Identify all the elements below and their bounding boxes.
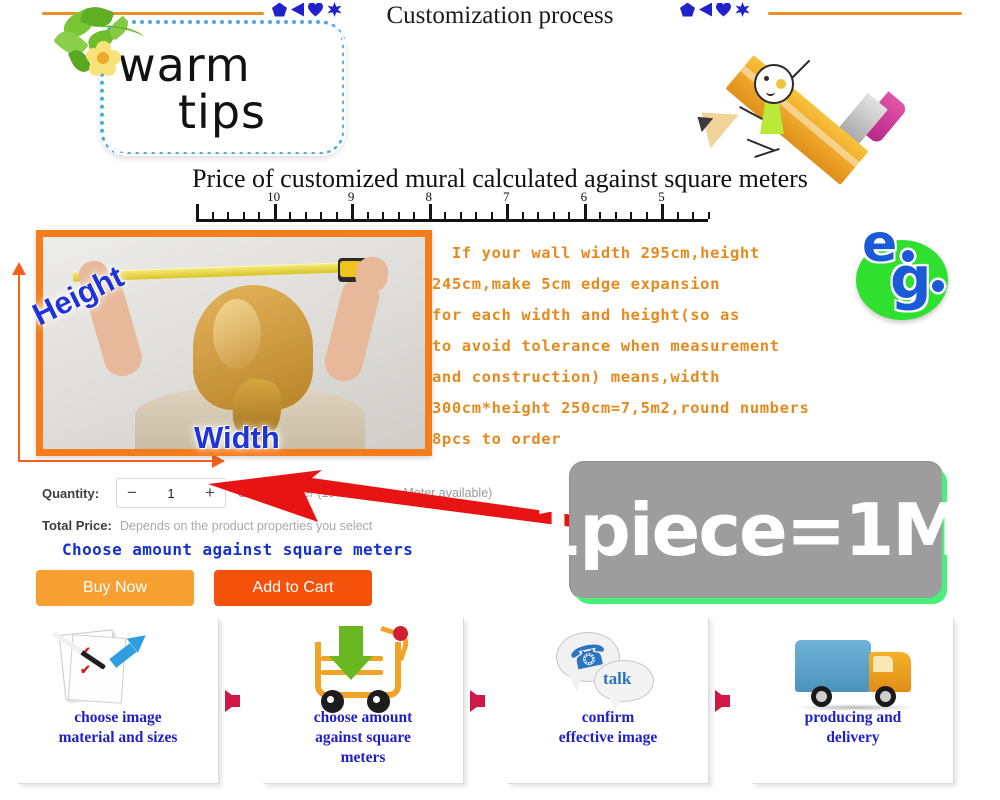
ruler-baseline xyxy=(196,219,708,222)
arrow-right-icon xyxy=(714,689,730,712)
process-step-confirm-image[interactable]: ☎ talk confirm effective image xyxy=(508,618,709,784)
example-line: 300cm*height 250cm=7,5m2,round numbers xyxy=(432,399,810,417)
ruler-tick xyxy=(506,204,510,219)
process-arrow-3 xyxy=(709,618,735,783)
ruler-tick xyxy=(537,212,540,219)
total-price-label: Total Price: xyxy=(42,518,112,533)
process-step-choose-image[interactable]: ✔✔ choose image material and sizes xyxy=(18,618,219,784)
ruler-tick xyxy=(289,212,292,219)
pencil-character-icon xyxy=(687,54,909,225)
ruler-tick xyxy=(242,212,245,219)
ruler-tick xyxy=(366,212,369,219)
ruler-tick xyxy=(676,212,679,219)
ruler-tick xyxy=(351,204,355,219)
one-piece-badge-main: 1piece=1M xyxy=(531,488,964,572)
ruler-tick xyxy=(490,212,493,219)
page-subtitle: Price of customized mural calculated aga… xyxy=(192,164,808,193)
ruler-tick xyxy=(304,212,307,219)
ruler-tick xyxy=(692,212,695,219)
chat-bubble-talk-icon: ☎ talk xyxy=(508,624,708,709)
process-arrow-1 xyxy=(219,618,245,783)
shopping-cart-icon xyxy=(263,624,463,713)
ruler-tick xyxy=(599,212,602,219)
example-line: to avoid tolerance when measurement xyxy=(432,337,780,355)
example-line: and construction) means,width xyxy=(432,368,721,386)
height-axis-line xyxy=(18,272,20,462)
ruler-graphic: 10 9 8 7 6 5 xyxy=(196,189,710,222)
ruler-tick xyxy=(475,212,478,219)
ruler-tick xyxy=(521,212,524,219)
example-line: 8pcs to order xyxy=(432,430,562,448)
one-piece-badge-text: 1piece=1M 2 xyxy=(531,462,983,598)
process-step-producing-delivery[interactable]: producing and delivery xyxy=(753,618,954,784)
order-button-row: Buy Now Add to Cart xyxy=(36,570,372,606)
process-step-label: choose image material and sizes xyxy=(58,709,178,746)
triangle-icon xyxy=(699,2,712,17)
document-checklist-icon: ✔✔ xyxy=(18,624,218,708)
choose-amount-note: Choose amount against square meters xyxy=(62,540,414,559)
header-decor-right xyxy=(680,2,750,17)
photo-width-label: Width xyxy=(194,420,280,455)
ruler-tick xyxy=(196,204,199,219)
ruler-tick xyxy=(444,212,447,219)
ruler-tick xyxy=(568,212,571,219)
eg-badge-dot-lower xyxy=(932,280,944,292)
process-steps: ✔✔ choose image material and sizes choos… xyxy=(0,618,1000,800)
promo-page: Customization process warm tips Price of… xyxy=(0,0,1000,800)
ruler-number: 7 xyxy=(503,189,510,204)
warm-tips-line2: tips xyxy=(178,85,266,139)
arrow-right-icon xyxy=(469,689,485,712)
flower-decoration-icon xyxy=(48,2,158,85)
process-step-label: choose amount against square meters xyxy=(313,709,413,766)
buy-now-button[interactable]: Buy Now xyxy=(36,570,194,606)
pentagon-icon xyxy=(680,2,695,17)
ruler-tick xyxy=(335,212,338,219)
ruler-tick xyxy=(708,212,710,219)
quantity-label: Quantity: xyxy=(42,485,100,501)
one-piece-badge-superscript: 2 xyxy=(961,512,983,548)
ruler-number: 8 xyxy=(425,189,432,204)
arrow-right-icon xyxy=(224,689,240,712)
eg-badge-dot-upper xyxy=(902,250,914,262)
ruler-tick xyxy=(413,212,416,219)
ruler-tick xyxy=(614,212,617,219)
ruler-tick xyxy=(258,212,261,219)
talk-bubble-text: talk xyxy=(603,669,632,688)
red-pointer-arrow-icon xyxy=(208,470,580,528)
quantity-decrement-button[interactable]: − xyxy=(117,480,147,506)
process-step-choose-amount[interactable]: choose amount against square meters xyxy=(263,618,464,784)
quantity-input[interactable] xyxy=(147,484,195,502)
ruler-number: 5 xyxy=(658,189,665,204)
process-step-label: confirm effective image xyxy=(558,709,658,746)
ruler-tick xyxy=(630,212,633,219)
delivery-truck-icon xyxy=(753,624,953,711)
ruler-tick xyxy=(397,212,400,219)
one-piece-badge: 1piece=1M 2 xyxy=(531,462,983,598)
add-to-cart-button[interactable]: Add to Cart xyxy=(214,570,372,606)
ruler-tick xyxy=(382,212,385,219)
ruler-tick xyxy=(227,212,230,219)
arrow-up-icon xyxy=(12,262,26,275)
ruler-tick xyxy=(459,212,462,219)
star-icon xyxy=(735,2,750,17)
arrow-right-icon xyxy=(212,454,225,468)
ruler-tick xyxy=(661,204,665,219)
eg-badge: e g xyxy=(848,214,952,322)
ruler-tick xyxy=(583,204,587,219)
ruler-tick xyxy=(273,204,277,219)
ruler-tick xyxy=(320,212,323,219)
ruler-tick xyxy=(645,212,648,219)
ruler-tick xyxy=(211,212,214,219)
ruler-number: 10 xyxy=(267,189,281,204)
ruler-tick xyxy=(428,204,432,219)
ruler-number: 9 xyxy=(347,189,355,204)
process-arrow-2 xyxy=(464,618,490,783)
ruler-tick xyxy=(552,212,555,219)
process-step-label: producing and delivery xyxy=(804,709,902,746)
heart-icon xyxy=(716,3,731,17)
width-axis-line xyxy=(18,460,224,462)
ruler-number: 6 xyxy=(580,189,588,204)
